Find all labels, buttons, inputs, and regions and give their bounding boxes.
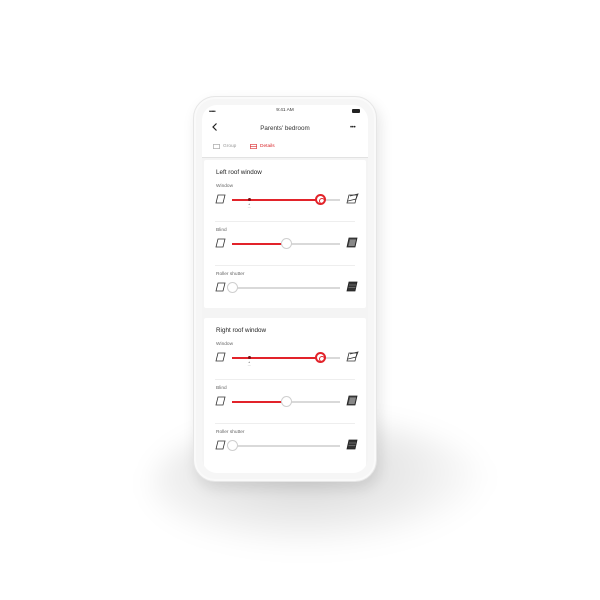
shutter-closed-icon[interactable] xyxy=(345,281,359,293)
blind-open-icon[interactable] xyxy=(215,238,226,248)
slider-marker-label: ▲ — xyxy=(247,360,251,367)
tab-details[interactable]: Details xyxy=(250,144,275,149)
slider-fill xyxy=(232,401,286,403)
shutter-closed-icon[interactable] xyxy=(345,439,359,451)
control-row-window: Window ▲ — xyxy=(204,177,366,220)
row-divider xyxy=(215,221,355,222)
control-row-blind: Blind xyxy=(204,221,366,264)
control-row-blind: Blind xyxy=(204,379,366,422)
slider-track[interactable] xyxy=(232,238,340,249)
tab-group-label: Group xyxy=(223,144,237,149)
control-label: Window xyxy=(216,342,234,347)
tab-bar: Group Details xyxy=(202,138,368,158)
slider-track[interactable]: ▲ — xyxy=(232,352,340,367)
control-label: Blind xyxy=(216,386,227,391)
slider-knob[interactable] xyxy=(315,194,327,205)
slider-knob[interactable] xyxy=(315,352,327,363)
window-closed-icon[interactable] xyxy=(215,194,226,204)
phone-frame: ••••• 9:41 AM Parents' bedroom ••• Group xyxy=(193,96,377,482)
control-label: Window xyxy=(216,184,234,189)
slider-marker xyxy=(247,198,251,201)
window-open-icon[interactable] xyxy=(345,351,359,363)
stage: ••••• 9:41 AM Parents' bedroom ••• Group xyxy=(0,0,600,600)
slider-knob[interactable] xyxy=(280,238,292,249)
control-label: Roller shutter xyxy=(216,272,245,277)
tab-details-label: Details xyxy=(260,144,275,149)
card-title: Right roof window xyxy=(216,327,267,334)
slider-fill xyxy=(232,199,321,201)
page-title: Parents' bedroom xyxy=(260,125,310,132)
status-bar: ••••• 9:41 AM xyxy=(202,105,368,118)
blind-closed-icon[interactable] xyxy=(345,395,359,407)
row-divider xyxy=(215,265,355,266)
battery-icon xyxy=(352,109,360,113)
more-icon[interactable]: ••• xyxy=(350,125,356,131)
control-row-roller-shutter: Roller shutter xyxy=(204,423,366,466)
slider-track[interactable] xyxy=(226,440,340,451)
control-row-roller-shutter: Roller shutter xyxy=(204,265,366,308)
slider-knob[interactable] xyxy=(280,396,292,407)
window-closed-icon[interactable] xyxy=(215,352,226,362)
tab-group[interactable]: Group xyxy=(213,144,236,149)
slider-track[interactable] xyxy=(232,396,340,407)
control-row-window: Window ▲ — xyxy=(204,335,366,378)
slider-marker-label: ▲ — xyxy=(247,202,251,209)
control-label: Blind xyxy=(216,228,227,233)
window-card: Left roof window Window ▲ — Blind Roller… xyxy=(204,160,366,308)
slider-track[interactable] xyxy=(226,282,340,293)
slider-fill xyxy=(232,243,286,245)
blind-closed-icon[interactable] xyxy=(345,237,359,249)
window-card: Right roof window Window ▲ — Blind Rolle… xyxy=(204,318,366,473)
details-icon xyxy=(250,144,257,149)
control-label: Roller shutter xyxy=(216,430,245,435)
slider-fill xyxy=(232,357,321,359)
slider-knob[interactable] xyxy=(226,440,238,451)
card-title: Left roof window xyxy=(216,169,262,176)
shutter-open-icon[interactable] xyxy=(215,282,226,292)
slider-knob[interactable] xyxy=(226,282,238,293)
blind-open-icon[interactable] xyxy=(215,396,226,406)
row-divider xyxy=(215,423,355,424)
phone-screen: ••••• 9:41 AM Parents' bedroom ••• Group xyxy=(202,105,368,473)
row-divider xyxy=(215,379,355,380)
group-icon xyxy=(213,144,220,149)
slider-track[interactable]: ▲ — xyxy=(232,194,340,209)
slider-marker xyxy=(247,356,251,359)
status-time: 9:41 AM xyxy=(276,108,294,113)
shutter-open-icon[interactable] xyxy=(215,440,226,450)
window-open-icon[interactable] xyxy=(345,193,359,205)
nav-bar: Parents' bedroom ••• xyxy=(202,118,368,138)
